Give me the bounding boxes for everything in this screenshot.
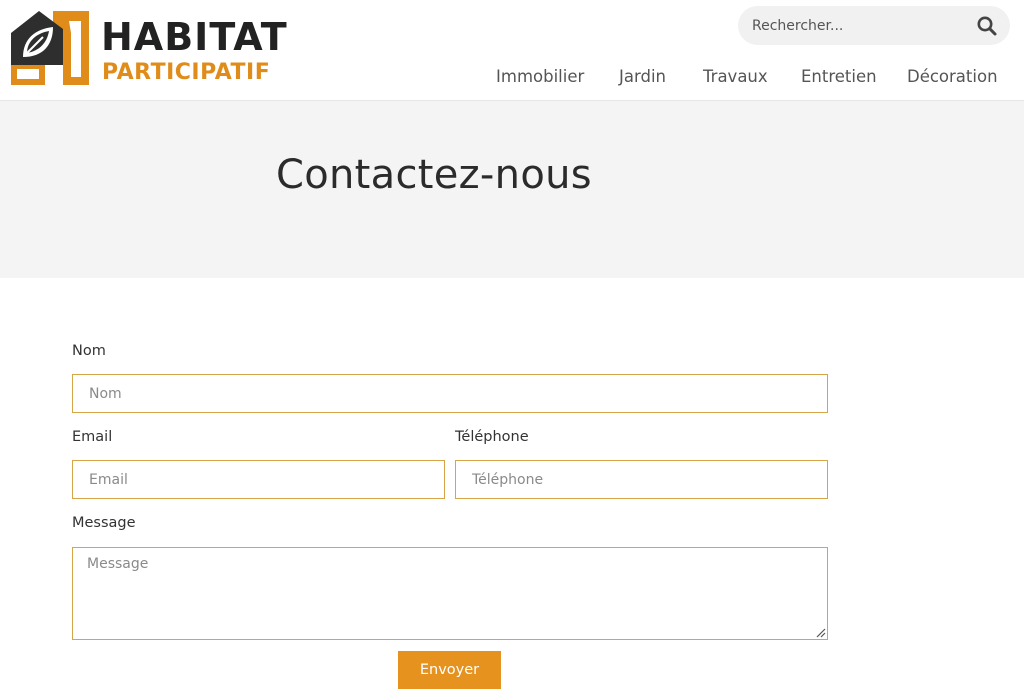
nav-item-entretien[interactable]: Entretien xyxy=(801,66,877,88)
submit-button[interactable]: Envoyer xyxy=(398,651,501,689)
nav-item-immobilier[interactable]: Immobilier xyxy=(496,66,584,88)
search-input[interactable] xyxy=(752,14,962,37)
resize-handle-icon[interactable] xyxy=(815,627,826,638)
nav-item-decoration[interactable]: Décoration xyxy=(907,66,998,88)
search-bar xyxy=(738,6,1010,45)
phone-label: Téléphone xyxy=(455,429,529,445)
main-nav: Immobilier Jardin Travaux Entretien Déco… xyxy=(0,66,1024,88)
nav-item-travaux[interactable]: Travaux xyxy=(703,66,768,88)
page-title: Contactez-nous xyxy=(276,152,592,198)
email-field[interactable] xyxy=(72,460,445,499)
name-label: Nom xyxy=(72,343,106,359)
phone-field[interactable] xyxy=(455,460,828,499)
email-label: Email xyxy=(72,429,113,445)
message-label: Message xyxy=(72,515,136,531)
site-header: HABITAT PARTICIPATIF Immobilier Jardin T… xyxy=(0,0,1024,101)
page-hero: Contactez-nous xyxy=(0,101,1024,278)
logo-title: HABITAT xyxy=(101,15,288,59)
name-field[interactable] xyxy=(72,374,828,413)
nav-item-jardin[interactable]: Jardin xyxy=(619,66,666,88)
message-field[interactable] xyxy=(72,547,828,640)
search-icon[interactable] xyxy=(976,15,998,37)
